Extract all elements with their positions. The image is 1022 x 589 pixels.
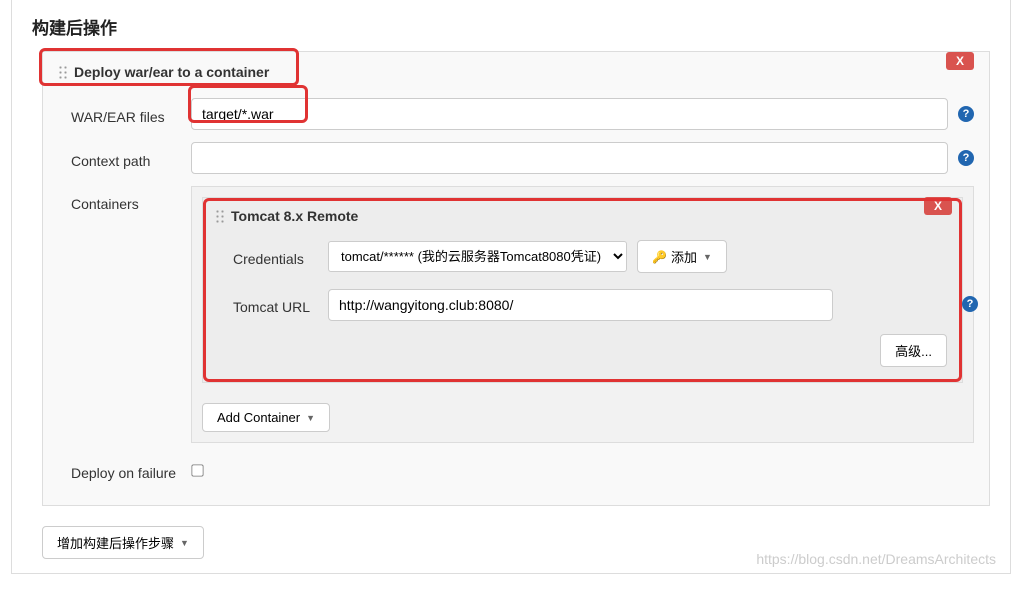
war-files-row: WAR/EAR files ?: [43, 90, 989, 134]
credentials-row: Credentials tomcat/****** (我的云服务器Tomcat8…: [203, 232, 962, 281]
context-path-row: Context path ?: [43, 134, 989, 178]
help-icon[interactable]: ?: [958, 150, 974, 166]
key-icon: 🔑: [652, 250, 667, 264]
war-files-input[interactable]: [191, 98, 948, 130]
context-path-input[interactable]: [191, 142, 948, 174]
war-files-label: WAR/EAR files: [71, 103, 191, 125]
deploy-on-failure-label: Deploy on failure: [71, 459, 191, 481]
add-container-button[interactable]: Add Container ▼: [202, 403, 330, 432]
chevron-down-icon: ▼: [306, 413, 315, 423]
tomcat-url-label: Tomcat URL: [233, 295, 328, 315]
add-post-build-step-label: 增加构建后操作步骤: [57, 533, 174, 552]
containers-row: Containers X Tomcat 8.x Remote Credentia…: [43, 178, 989, 447]
containers-area: X Tomcat 8.x Remote Credentials tomcat/*…: [191, 186, 974, 443]
drag-handle-icon[interactable]: [58, 65, 68, 79]
context-path-label: Context path: [71, 147, 191, 169]
deploy-block: X Deploy war/ear to a container WAR/EAR …: [42, 51, 990, 506]
deploy-block-header[interactable]: Deploy war/ear to a container: [43, 52, 989, 90]
help-icon[interactable]: ?: [962, 296, 978, 312]
tomcat-header-text: Tomcat 8.x Remote: [231, 208, 358, 224]
tomcat-header[interactable]: Tomcat 8.x Remote: [203, 198, 962, 232]
credentials-select[interactable]: tomcat/****** (我的云服务器Tomcat8080凭证): [328, 241, 627, 272]
section-title: 构建后操作: [12, 0, 1010, 51]
drag-handle-icon[interactable]: [215, 209, 225, 223]
credentials-label: Credentials: [233, 247, 328, 267]
chevron-down-icon: ▼: [703, 252, 712, 262]
add-container-label: Add Container: [217, 410, 300, 425]
deploy-header-text: Deploy war/ear to a container: [74, 64, 269, 80]
post-build-section: 构建后操作 X Deploy war/ear to a container WA…: [11, 0, 1011, 574]
tomcat-url-input[interactable]: [328, 289, 833, 321]
add-credentials-button[interactable]: 🔑 添加 ▼: [637, 240, 727, 273]
tomcat-url-row: Tomcat URL: [203, 281, 962, 329]
add-post-build-step-button[interactable]: 增加构建后操作步骤 ▼: [42, 526, 204, 559]
tomcat-block: X Tomcat 8.x Remote Credentials tomcat/*…: [202, 197, 963, 383]
containers-label: Containers: [71, 186, 191, 212]
deploy-on-failure-row: Deploy on failure: [43, 447, 989, 485]
deploy-on-failure-checkbox[interactable]: [191, 464, 203, 476]
chevron-down-icon: ▼: [180, 538, 189, 548]
add-credentials-label: 添加: [671, 247, 697, 266]
advanced-button[interactable]: 高级...: [880, 334, 947, 367]
footer-row: 增加构建后操作步骤 ▼: [12, 516, 1010, 573]
help-icon[interactable]: ?: [958, 106, 974, 122]
